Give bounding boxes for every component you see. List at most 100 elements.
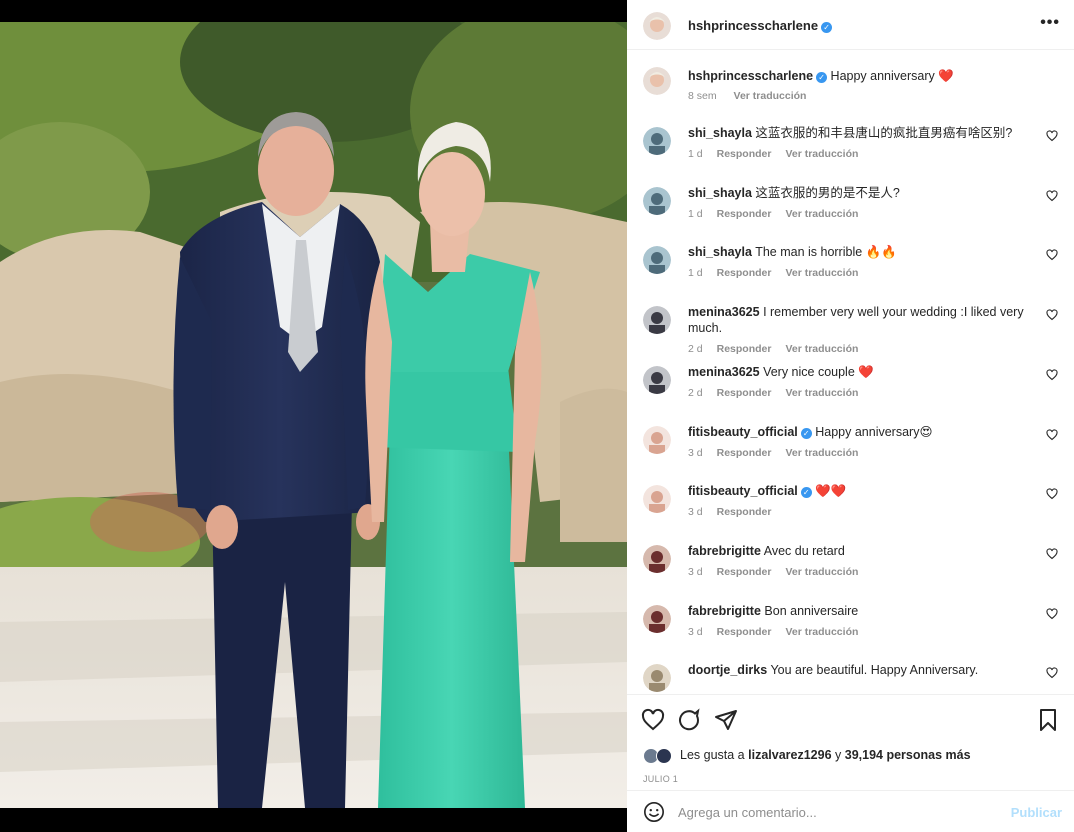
comment-like-heart-icon[interactable] [1046, 190, 1058, 202]
comment-body: Happy anniversary😍 [815, 424, 933, 439]
comment-time[interactable]: 2 d [688, 387, 703, 399]
commenter-username[interactable]: menina3625 [688, 365, 760, 379]
reply-link[interactable]: Responder [717, 506, 772, 518]
comment-body: 这蓝衣服的男的是不是人? [755, 185, 900, 200]
comment-meta: 3 d Responder Ver traducción [688, 626, 872, 638]
comment-like-heart-icon[interactable] [1046, 488, 1058, 500]
commenter-username[interactable]: fitisbeauty_official [688, 425, 798, 439]
commenter-avatar[interactable] [643, 186, 671, 215]
likes-count[interactable]: 39,194 personas más [845, 748, 971, 762]
commenter-username[interactable]: fitisbeauty_official [688, 484, 798, 498]
comment-time[interactable]: 3 d [688, 447, 703, 459]
comment-like-heart-icon[interactable] [1046, 249, 1058, 261]
verified-badge-icon: ✓ [816, 72, 828, 83]
reply-link[interactable]: Responder [717, 267, 772, 279]
more-options-icon[interactable]: ••• [1040, 14, 1060, 32]
comment-time[interactable]: 2 d [688, 343, 703, 355]
translate-link[interactable]: Ver traducción [785, 387, 858, 399]
commenter-avatar[interactable] [643, 127, 671, 155]
commenter-username[interactable]: menina3625 [688, 305, 760, 319]
comment-time[interactable]: 3 d [688, 566, 703, 578]
emoji-icon[interactable] [643, 801, 665, 823]
reply-link[interactable]: Responder [717, 626, 772, 638]
caption-username[interactable]: hshprincesscharlene [688, 69, 813, 83]
publish-button[interactable]: Publicar [1011, 805, 1062, 820]
commenter-avatar[interactable] [643, 485, 671, 514]
commenter-username[interactable]: fabrebrigitte [688, 544, 761, 558]
comment-meta: 1 d Responder Ver traducción [688, 148, 872, 160]
comment-like-heart-icon[interactable] [1046, 548, 1058, 560]
verified-badge-icon: ✓ [800, 427, 812, 439]
caption-time[interactable]: 8 sem [688, 90, 717, 102]
comment-meta: 1 d Responder Ver traducción [688, 208, 872, 220]
commenter-avatar[interactable] [643, 365, 671, 394]
translate-link[interactable]: Ver traducción [785, 566, 858, 578]
caption-translate-link[interactable]: Ver traducción [734, 90, 807, 102]
comment-time[interactable]: 3 d [688, 506, 703, 518]
reply-link[interactable]: Responder [717, 447, 772, 459]
translate-link[interactable]: Ver traducción [785, 626, 858, 638]
translate-link[interactable]: Ver traducción [785, 343, 858, 355]
reply-link[interactable]: Responder [717, 387, 772, 399]
commenter-username[interactable]: shi_shayla [688, 126, 752, 140]
like-heart-icon[interactable] [641, 708, 665, 732]
comment-like-heart-icon[interactable] [1046, 428, 1058, 441]
caption-emoji: ❤️ [938, 69, 954, 83]
comment-text: fitisbeauty_official ✓ ❤️❤️ [688, 483, 1033, 499]
comment-time[interactable]: 1 d [688, 267, 703, 279]
comment-like-heart-icon[interactable] [1046, 667, 1058, 679]
reply-link[interactable]: Responder [717, 148, 772, 160]
comment-like-heart-icon[interactable] [1046, 130, 1058, 142]
commenter-username[interactable]: doortje_dirks [688, 663, 767, 677]
comment-input[interactable]: Agrega un comentario... [678, 805, 817, 820]
comment-body: ❤️❤️ [815, 484, 847, 499]
commenter-avatar[interactable] [643, 664, 671, 693]
comment-text: menina3625 Very nice couple ❤️ [688, 364, 1033, 380]
translate-link[interactable]: Ver traducción [785, 148, 858, 160]
author-avatar[interactable] [643, 67, 671, 95]
author-username[interactable]: hshprincesscharlene [688, 18, 818, 33]
author-avatar[interactable] [643, 12, 671, 40]
comment-meta: 3 d Responder Ver traducción [688, 447, 872, 459]
translate-link[interactable]: Ver traducción [785, 208, 858, 220]
comment-meta: 2 d Responder Ver traducción [688, 343, 872, 355]
commenter-username[interactable]: shi_shayla [688, 186, 752, 200]
post-date[interactable]: JULIO 1 [643, 774, 678, 784]
comment-like-heart-icon[interactable] [1046, 309, 1058, 321]
comment-text: fabrebrigitte Bon anniversaire [688, 603, 1033, 619]
comment-text: shi_shayla 这蓝衣服的男的是不是人? [688, 185, 1033, 201]
commenter-avatar[interactable] [643, 246, 671, 275]
commenter-avatar[interactable] [643, 425, 671, 454]
reply-link[interactable]: Responder [717, 566, 772, 578]
translate-link[interactable]: Ver traducción [785, 447, 858, 459]
translate-link[interactable]: Ver traducción [785, 267, 858, 279]
comment-like-heart-icon[interactable] [1046, 369, 1058, 381]
comment-time[interactable]: 1 d [688, 208, 703, 220]
caption-meta: 8 sem Ver traducción [688, 90, 820, 102]
reply-link[interactable]: Responder [717, 343, 772, 355]
verified-badge-icon: ✓ [800, 487, 812, 499]
comment-body: You are beautiful. Happy Anniversary. [770, 663, 979, 678]
commenter-username[interactable]: shi_shayla [688, 245, 752, 259]
comment-meta: 3 d Responder [688, 506, 785, 518]
save-bookmark-icon[interactable] [1036, 708, 1060, 732]
add-comment-bar: Agrega un comentario... Publicar [627, 790, 1074, 832]
share-icon[interactable] [714, 708, 738, 732]
likes-user[interactable]: lizalvarez1296 [748, 748, 831, 762]
liker-avatar[interactable] [656, 748, 672, 764]
commenter-avatar[interactable] [643, 604, 671, 633]
commenter-username[interactable]: fabrebrigitte [688, 604, 761, 618]
post-photo[interactable] [0, 22, 627, 808]
commenter-avatar[interactable] [643, 544, 671, 573]
post-sidebar: hshprincesscharlene ✓ ••• hshprincesschar… [627, 0, 1074, 832]
comment-icon[interactable] [677, 708, 701, 732]
comments-list[interactable]: hshprincesscharlene ✓ Happy anniversary ❤… [627, 51, 1074, 693]
reply-link[interactable]: Responder [717, 208, 772, 220]
comment-time[interactable]: 3 d [688, 626, 703, 638]
comment-like-heart-icon[interactable] [1046, 608, 1058, 620]
commenter-avatar[interactable] [643, 306, 671, 335]
comment-time[interactable]: 1 d [688, 148, 703, 160]
caption-body: Happy anniversary [830, 69, 935, 83]
comment-text: doortje_dirks You are beautiful. Happy A… [688, 662, 1033, 678]
comment-body: 这蓝衣服的和丰县唐山的疯批直男癌有啥区别? [755, 126, 1013, 140]
